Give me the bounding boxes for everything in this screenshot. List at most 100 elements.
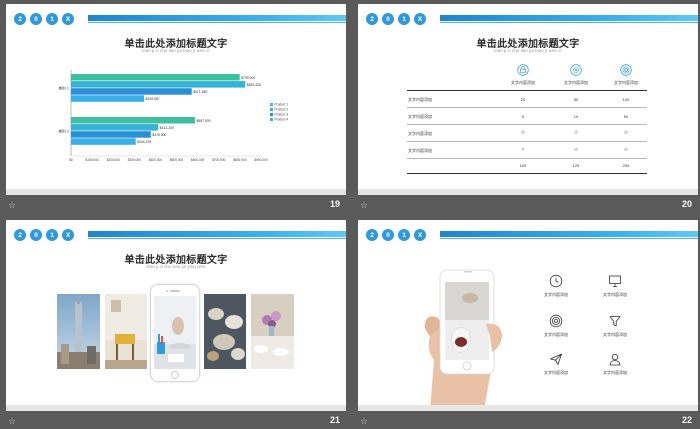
legend-swatch [270,103,273,106]
bar [71,81,246,88]
slide-subtitle: Dan ji ci chu tian jia biao ti wen zi [494,48,562,53]
header-bar [440,231,698,237]
slide-canvas: 2 0 1 X 单击此处添加标题文字 Dan ji ci chu tian ji… [6,220,346,411]
table-divider [407,158,647,159]
table-divider [407,107,647,108]
bar-value-label: $825,426 [247,83,261,87]
phone-speaker [170,290,180,292]
check-icon: ⊘ [573,130,579,136]
table-divider [407,124,647,125]
table-total: 205 [622,163,630,168]
category-label: 类别 2 [58,128,69,133]
slide-bottom-band [358,189,698,195]
header-dot: 1 [398,13,410,25]
feature-label: 文字内容添加 [603,292,627,297]
clock-icon [549,274,563,288]
legend-label: Product 4 [275,118,289,122]
paper-plane-icon [550,353,562,365]
hand-holding-phone-image [424,269,502,411]
slide-number: 19 [329,199,340,209]
phone-desk-photo [154,296,196,369]
slide-number: 22 [681,415,692,425]
flowers-table-photo [251,294,294,369]
legend-label: Product 2 [275,108,289,112]
slide-number: 21 [329,415,340,425]
bar [71,95,145,102]
header-bar [88,231,346,237]
slide-bottom-band [358,405,698,411]
header-bar [440,15,698,21]
star-outline-icon[interactable]: ☆ [360,201,368,211]
x-tick-label: $200,000 [107,158,121,162]
header-dot: 0 [30,229,42,241]
phone-home-button [171,371,179,379]
header-dots: 2 0 1 X [366,229,426,241]
slide-bottom-band [6,189,346,195]
star-outline-icon[interactable]: ☆ [8,201,16,211]
header-dots: 2 0 1 X [366,13,426,25]
table-cell: 10 [573,114,579,119]
column-header: 文字内容添加 [614,80,638,85]
target-icon [620,64,632,76]
skyscraper-photo [57,294,100,369]
bar-value-label: $378,000 [152,133,166,137]
feature-label: 文字内容添加 [544,332,568,337]
check-icon: ⊘ [623,147,629,153]
x-tick-label: $600,000 [191,158,205,162]
gear-icon [570,64,582,76]
x-tick-label: $800,000 [233,158,247,162]
users-icon [609,353,621,366]
slide-number: 20 [681,199,692,209]
slide-thumbnail-20[interactable]: 2 0 1 X 单击此处添加标题文字 Dan ji ci chu tian ji… [352,0,700,212]
feature-label: 文字内容添加 [603,332,627,337]
filter-icon [609,316,621,327]
category-label: 类别 1 [58,85,69,90]
column-header: 文字内容添加 [564,80,588,85]
slide-canvas: 2 0 1 X 单击此处添加标题文字 Dan ji ci chu tian ji… [6,4,346,195]
legend-label: Product 1 [275,103,289,107]
table-cell: 50 [573,97,579,102]
check-icon: ⊘ [520,130,526,136]
row-label: 文字内容添加 [408,97,432,102]
x-tick-label: $300,000 [128,158,142,162]
bar-value-label: $306,376 [137,140,151,144]
header-bar-line [440,22,698,24]
x-tick-label: $500,000 [170,158,184,162]
feature-label: 文字内容添加 [544,292,568,297]
x-tick-label: $0 [69,158,73,162]
bar [71,124,159,131]
bar-chart: $799,000 $825,426 $571,850 $345,987 类别 1 $587… [58,70,289,162]
chair-room-photo [105,294,147,369]
check-icon: ⊘ [623,130,629,136]
table-rule [407,90,647,91]
table-cell: 50 [623,114,629,119]
row-label: 文字内容添加 [408,148,432,153]
bar [71,138,136,145]
table-cell: 5 [521,114,525,119]
slide-thumbnail-22[interactable]: 2 0 1 X 文字内容添加 文字内容添加 文字内容添加 文字内容添加 文字内容… [352,216,700,429]
row-label: 文字内容添加 [408,114,432,119]
row-label: 文字内容添加 [408,131,432,136]
slide-bottom-band [6,405,346,411]
phone-camera [166,289,168,292]
header-dot: X [414,13,426,25]
header-dot: X [414,229,426,241]
header-dot: X [62,229,74,241]
bar [71,74,240,81]
slide-canvas: 2 0 1 X 文字内容添加 文字内容添加 文字内容添加 文字内容添加 文字内容… [358,220,698,411]
slide-thumbnail-21[interactable]: 2 0 1 X 单击此处添加标题文字 Dan ji ci chu tian ji… [0,216,348,429]
header-dot: 1 [398,229,410,241]
x-tick-label: $100,000 [85,158,99,162]
legend-swatch [270,108,273,111]
legend-label: Product 3 [275,113,289,117]
slide-thumbnail-19[interactable]: 2 0 1 X 单击此处添加标题文字 Dan ji ci chu tian ji… [0,0,348,212]
bar [71,117,195,124]
header-bar-line [440,238,698,240]
slide-canvas: 2 0 1 X 单击此处添加标题文字 Dan ji ci chu tian ji… [358,4,698,195]
star-outline-icon[interactable]: ☆ [8,417,16,427]
x-tick-label: $700,000 [212,158,226,162]
header-bar-line [88,238,346,240]
feature-label: 文字内容添加 [544,370,568,375]
star-outline-icon[interactable]: ☆ [360,417,368,427]
bar-value-label: $587,000 [196,119,210,123]
